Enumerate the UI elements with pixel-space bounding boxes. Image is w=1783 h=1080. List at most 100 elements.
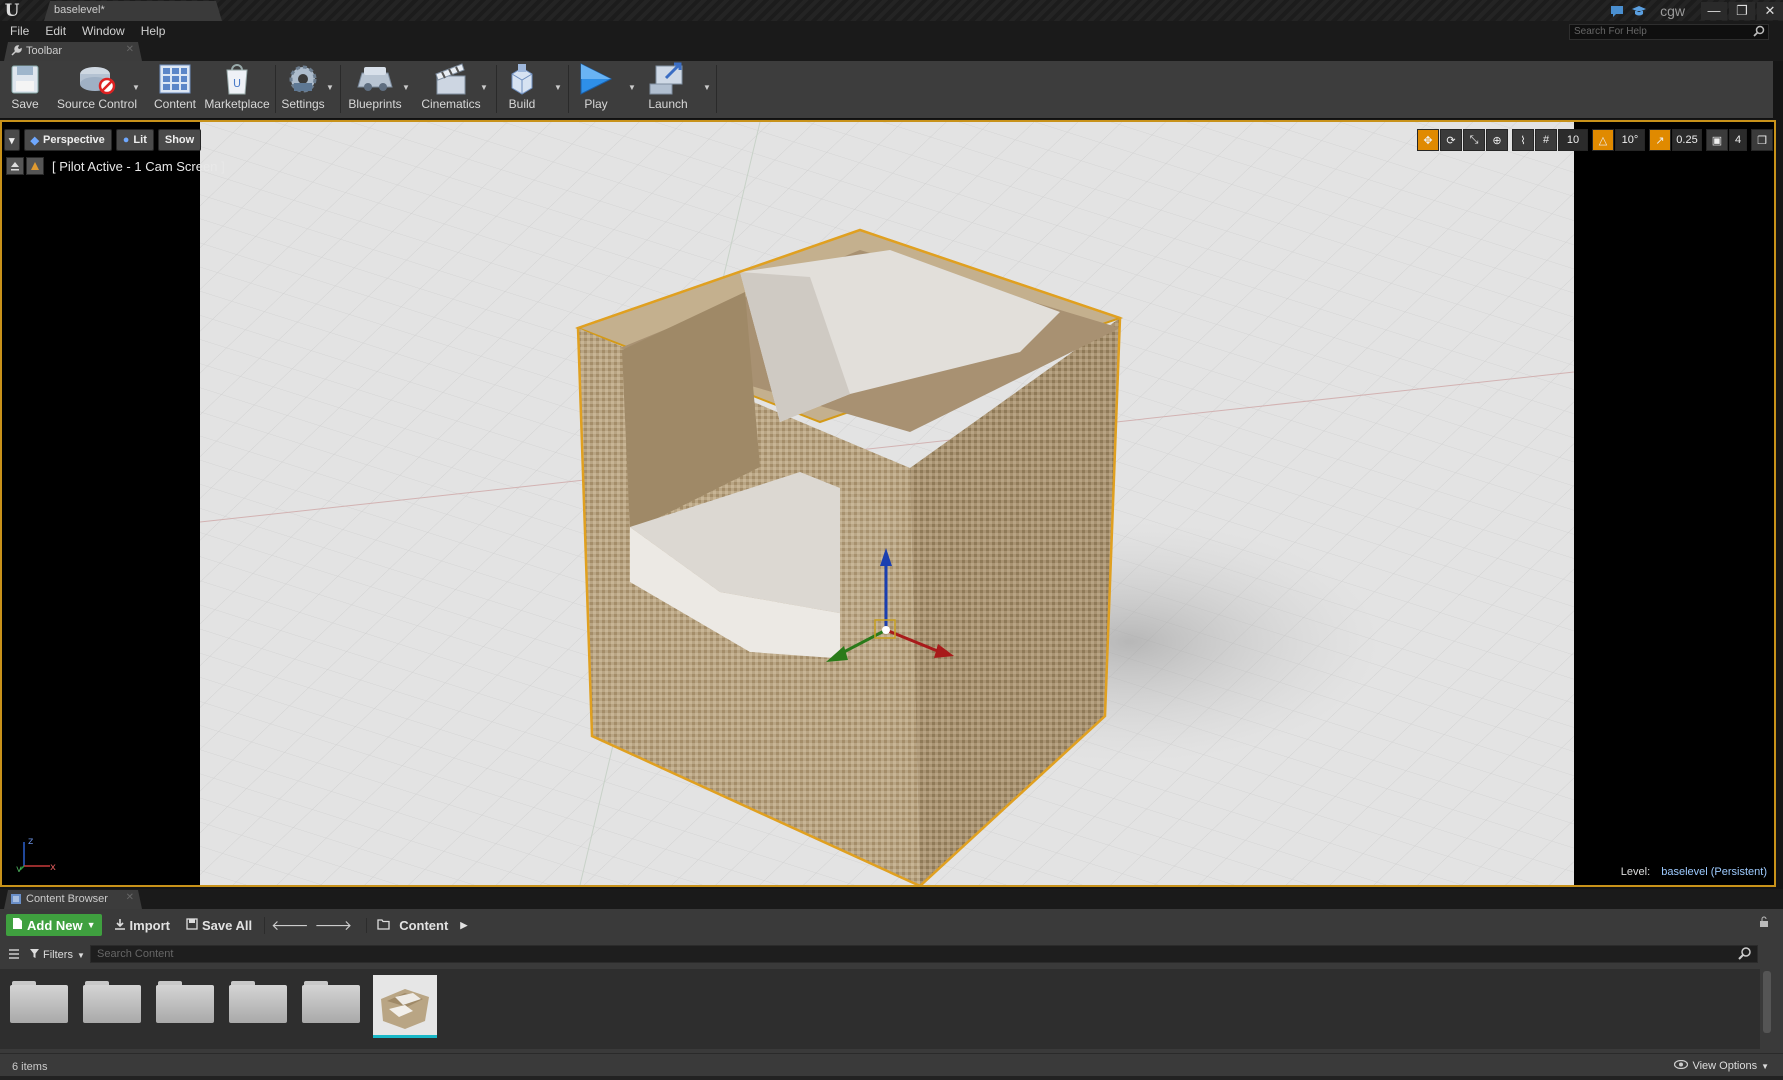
grid-snap-value[interactable]: 10 <box>1558 129 1588 151</box>
content-icon <box>155 61 195 97</box>
close-button[interactable]: ✕ <box>1757 1 1783 20</box>
tab-content-browser-label: Content Browser <box>26 893 108 905</box>
camera-speed-icon[interactable]: ▣ <box>1706 129 1728 151</box>
unreal-logo-icon[interactable]: U <box>2 1 22 21</box>
translate-tool-icon[interactable]: ✥ <box>1417 129 1439 151</box>
marketplace-icon: U <box>217 61 257 97</box>
history-nav: 🡐 🡒 <box>264 916 358 934</box>
content-browser: Add New ▼ Import Save All 🡐 🡒 Content ▶ <box>0 909 1783 1080</box>
content-button[interactable]: Content <box>152 61 198 115</box>
launch-dropdown-icon[interactable]: ▼ <box>703 83 711 92</box>
perspective-button[interactable]: ◆ Perspective <box>23 129 112 151</box>
folder-item-4[interactable] <box>227 975 289 1035</box>
pilot-lock-icon[interactable] <box>26 157 44 175</box>
scale-snap-icon[interactable]: ↗ <box>1649 129 1671 151</box>
toolbar-divider <box>568 65 569 113</box>
cinematics-dropdown-icon[interactable]: ▼ <box>480 83 488 92</box>
play-dropdown-icon[interactable]: ▼ <box>628 83 636 92</box>
folder-item-2[interactable] <box>81 975 143 1035</box>
bottom-strip <box>0 1076 1783 1080</box>
folder-item-3[interactable] <box>154 975 216 1035</box>
add-new-button[interactable]: Add New ▼ <box>6 914 102 936</box>
document-tab[interactable]: baselevel* <box>44 1 222 21</box>
level-label: Level: baselevel (Persistent) <box>1621 866 1767 878</box>
asset-scrollbar[interactable] <box>1763 971 1771 1033</box>
eye-icon <box>1674 1059 1689 1072</box>
show-label: Show <box>164 134 195 146</box>
tab-toolbar[interactable]: Toolbar ✕ <box>4 42 142 61</box>
forward-arrow-icon[interactable]: 🡒 <box>315 917 353 934</box>
scale-snap-value[interactable]: 0.25 <box>1672 129 1702 151</box>
learn-icon[interactable] <box>1630 2 1648 20</box>
camera-speed-value[interactable]: 4 <box>1729 129 1747 151</box>
chat-icon[interactable] <box>1608 2 1626 20</box>
maximize-viewport-icon[interactable]: ❐ <box>1751 129 1773 151</box>
toolbar-divider <box>496 65 497 113</box>
perspective-icon: ◆ <box>30 134 39 147</box>
filters-button[interactable]: Filters ▼ <box>0 948 88 962</box>
menu-edit[interactable]: Edit <box>37 24 74 38</box>
chair-mesh-asset[interactable] <box>373 975 437 1038</box>
source-control-label: Source Control <box>56 97 138 111</box>
source-control-icon <box>77 61 117 97</box>
items-count: 6 items <box>12 1061 48 1073</box>
viewport-scene[interactable] <box>200 122 1574 885</box>
launch-icon <box>648 61 688 97</box>
chevron-down-icon: ▼ <box>1761 1061 1769 1071</box>
breadcrumb-arrow-icon[interactable]: ▶ <box>460 920 467 931</box>
import-button[interactable]: Import <box>110 914 174 936</box>
rotation-snap-value[interactable]: 10° <box>1615 129 1645 151</box>
folder-item-5[interactable] <box>300 975 362 1035</box>
settings-dropdown-icon[interactable]: ▼ <box>326 83 334 92</box>
close-icon[interactable]: ✕ <box>126 892 134 903</box>
view-options-button[interactable]: View Options ▼ <box>1674 1059 1769 1072</box>
scale-tool-icon[interactable]: ⤡ <box>1463 129 1485 151</box>
folder-item-1[interactable] <box>8 975 70 1035</box>
grid-snap-icon[interactable]: # <box>1535 129 1557 151</box>
blueprints-button[interactable]: Blueprints <box>346 61 404 115</box>
rotate-tool-icon[interactable]: ⟳ <box>1440 129 1462 151</box>
sources-panel-icon[interactable] <box>8 948 20 962</box>
lit-sphere-icon: ● <box>122 134 130 146</box>
play-button[interactable]: Play <box>574 61 618 115</box>
menu-file[interactable]: File <box>2 24 37 38</box>
rotation-snap-icon[interactable]: △ <box>1592 129 1614 151</box>
show-button[interactable]: Show <box>157 129 202 151</box>
tab-content-browser[interactable]: Content Browser ✕ <box>4 890 142 909</box>
pilot-indicator: [ Pilot Active - 1 Cam Screen ] <box>6 157 225 175</box>
content-search-input[interactable]: Search Content <box>90 945 1758 963</box>
back-arrow-icon[interactable]: 🡐 <box>271 917 309 934</box>
save-button[interactable]: Save <box>4 61 46 115</box>
chevron-down-icon: ▾ <box>9 134 15 147</box>
menu-window[interactable]: Window <box>74 24 133 38</box>
blueprints-dropdown-icon[interactable]: ▼ <box>402 83 410 92</box>
restore-button[interactable]: ❐ <box>1729 1 1755 20</box>
minimize-button[interactable]: — <box>1701 1 1727 20</box>
close-icon[interactable]: ✕ <box>126 44 134 55</box>
pilot-active-label: [ Pilot Active - 1 Cam Screen ] <box>52 158 225 174</box>
build-dropdown-icon[interactable]: ▼ <box>554 83 562 92</box>
launch-button[interactable]: Launch <box>642 61 694 115</box>
lit-button[interactable]: ● Lit <box>115 129 154 151</box>
toolbar-tabstrip: Toolbar ✕ <box>0 41 1783 61</box>
cinematics-button[interactable]: Cinematics <box>418 61 484 115</box>
viewport-options-button[interactable]: ▾ <box>4 129 20 151</box>
help-search-input[interactable]: Search For Help <box>1569 24 1769 40</box>
eject-icon[interactable] <box>6 157 24 175</box>
main-toolbar: Save Source Control ▼ Content U Marketpl… <box>0 61 1773 119</box>
build-button[interactable]: Build <box>502 61 542 115</box>
source-control-dropdown-icon[interactable]: ▼ <box>132 83 140 92</box>
lock-icon[interactable] <box>1759 916 1769 931</box>
play-icon <box>576 61 616 97</box>
surface-snap-icon[interactable]: ⌇ <box>1512 129 1534 151</box>
source-control-button[interactable]: Source Control <box>52 61 142 115</box>
menu-help[interactable]: Help <box>133 24 174 38</box>
world-space-icon[interactable]: ⊕ <box>1486 129 1508 151</box>
save-all-label: Save All <box>202 917 253 933</box>
breadcrumb-content[interactable]: Content <box>399 918 448 933</box>
save-all-button[interactable]: Save All <box>182 914 256 936</box>
marketplace-button[interactable]: U Marketplace <box>204 61 270 115</box>
settings-button[interactable]: Settings <box>280 61 326 115</box>
save-icon <box>5 61 45 97</box>
user-name[interactable]: cgw <box>1660 3 1685 19</box>
